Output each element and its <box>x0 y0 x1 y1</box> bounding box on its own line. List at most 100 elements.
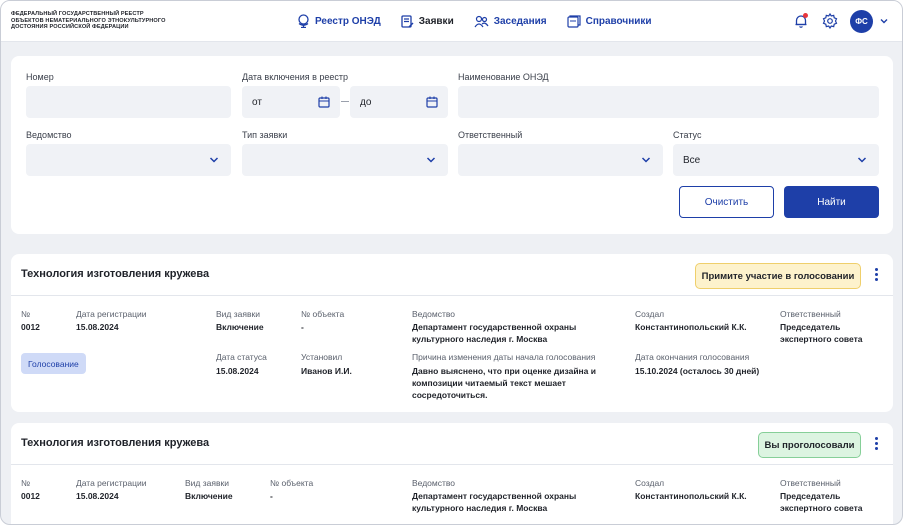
agency-label: Ведомство <box>412 478 456 488</box>
chevron-down-icon <box>209 157 219 163</box>
reason-label: Причина изменения даты начала голосовани… <box>412 352 596 362</box>
nav-applications[interactable]: Заявки <box>401 13 454 29</box>
nav-label: Заседания <box>493 15 547 27</box>
calendar-icon[interactable] <box>318 96 330 108</box>
kebab-dot <box>874 442 878 445</box>
kebab-dot <box>874 268 878 271</box>
name-label: Наименование ОНЭД <box>458 72 549 82</box>
date-to-input[interactable]: до <box>350 86 448 118</box>
nav-meetings[interactable]: Заседания <box>474 13 547 29</box>
header-actions: ФС <box>793 9 889 33</box>
date-from-placeholder: от <box>252 96 262 108</box>
number-label: Номер <box>26 72 54 82</box>
status-badge: Вы проголосовали <box>758 432 861 458</box>
document-icon <box>401 14 414 28</box>
chevron-down-icon <box>641 157 651 163</box>
responsible-value: Председатель экспертного совета <box>780 491 863 513</box>
kebab-dot <box>874 447 878 450</box>
date-label: Дата включения в реестр <box>242 72 349 82</box>
end-date-label: Дата окончания голосования <box>635 352 750 362</box>
main-nav: Реестр ОНЭД Заявки Заседания Справочники <box>297 13 672 29</box>
filter-panel: Номер Дата включения в реестр от до Наим… <box>11 56 893 234</box>
reason-value: Давно выяснено, что при оценке дизайна и… <box>412 366 596 400</box>
reg-date-label: Дата регистрации <box>76 478 147 488</box>
agency-value: Департамент государственной охраны культ… <box>412 322 577 344</box>
status-select[interactable]: Все <box>673 144 879 176</box>
kebab-dot <box>874 437 878 440</box>
agency-label: Ведомство <box>26 130 72 140</box>
status-date-label: Дата статуса <box>216 352 267 362</box>
number-value: 0012 <box>21 322 40 332</box>
find-button[interactable]: Найти <box>784 186 879 218</box>
card-header: Технология изготовления кружева Вы прого… <box>11 423 893 465</box>
users-icon <box>474 15 489 27</box>
org-line: ФЕДЕРАЛЬНЫЙ ГОСУДАРСТВЕННЫЙ РЕЕСТР <box>11 11 144 17</box>
nav-label: Справочники <box>585 15 652 27</box>
nav-label: Заявки <box>418 15 454 27</box>
clear-button[interactable]: Очистить <box>679 186 774 218</box>
more-options-button[interactable] <box>870 268 882 282</box>
type-label: Вид заявки <box>216 309 260 319</box>
chevron-down-icon <box>857 157 867 163</box>
object-value: - <box>270 491 273 501</box>
object-value: - <box>301 322 304 332</box>
date-from-input[interactable]: от <box>242 86 340 118</box>
responsible-value: Председатель экспертного совета <box>780 322 863 344</box>
chevron-down-icon <box>426 157 436 163</box>
responsible-select[interactable] <box>458 144 663 176</box>
voting-tag[interactable]: Голосование <box>21 353 86 374</box>
responsible-label: Ответственный <box>780 478 841 488</box>
kebab-dot <box>874 273 878 276</box>
agency-label: Ведомство <box>412 309 456 319</box>
number-value: 0012 <box>21 491 40 501</box>
setter-value: Иванов И.И. <box>301 366 352 376</box>
object-label: № объекта <box>270 478 314 488</box>
application-card: Технология изготовления кружева Примите … <box>11 254 893 412</box>
number-label: № <box>21 478 31 488</box>
responsible-label: Ответственный <box>458 130 523 140</box>
status-label: Статус <box>673 130 702 140</box>
agency-select[interactable] <box>26 144 231 176</box>
setter-label: Установил <box>301 352 343 362</box>
gear-icon[interactable] <box>822 13 838 29</box>
number-label: № <box>21 309 31 319</box>
creator-value: Константинопольский К.К. <box>635 322 747 332</box>
chevron-down-icon[interactable] <box>879 16 889 26</box>
more-options-button[interactable] <box>870 437 882 451</box>
top-header: ФЕДЕРАЛЬНЫЙ ГОСУДАРСТВЕННЫЙ РЕЕСТР ОБЪЕК… <box>1 1 902 42</box>
reg-date-label: Дата регистрации <box>76 309 147 319</box>
creator-value: Константинопольский К.К. <box>635 491 747 501</box>
card-header: Технология изготовления кружева Примите … <box>11 254 893 296</box>
reg-date-value: 15.08.2024 <box>76 322 119 332</box>
type-label: Тип заявки <box>242 130 288 140</box>
creator-label: Создал <box>635 478 665 488</box>
application-card: Технология изготовления кружева Вы прого… <box>11 423 893 524</box>
notifications-button[interactable] <box>793 13 809 29</box>
number-input[interactable] <box>26 86 231 118</box>
card-title[interactable]: Технология изготовления кружева <box>21 268 209 280</box>
kebab-dot <box>874 278 878 281</box>
org-line: ДОСТОЯНИЯ РОССИЙСКОЙ ФЕДЕРАЦИИ <box>11 24 129 31</box>
type-select[interactable] <box>242 144 448 176</box>
status-value: Все <box>683 154 701 166</box>
responsible-label: Ответственный <box>780 309 841 319</box>
app-window: ФЕДЕРАЛЬНЫЙ ГОСУДАРСТВЕННЫЙ РЕЕСТР ОБЪЕК… <box>0 0 903 525</box>
creator-label: Создал <box>635 309 665 319</box>
calendar-icon[interactable] <box>426 96 438 108</box>
status-badge: Примите участие в голосовании <box>695 263 861 289</box>
nav-directories[interactable]: Справочники <box>567 13 652 29</box>
organization-name[interactable]: ФЕДЕРАЛЬНЫЙ ГОСУДАРСТВЕННЫЙ РЕЕСТР ОБЪЕК… <box>11 11 201 31</box>
nav-registry[interactable]: Реестр ОНЭД <box>297 13 381 29</box>
name-input[interactable] <box>458 86 879 118</box>
reg-date-value: 15.08.2024 <box>76 491 119 501</box>
notification-dot <box>803 13 808 18</box>
card-title[interactable]: Технология изготовления кружева <box>21 437 209 449</box>
book-icon <box>567 14 581 28</box>
type-value: Включение <box>216 322 264 332</box>
nav-label: Реестр ОНЭД <box>315 15 381 27</box>
end-date-value: 15.10.2024 (осталось 30 дней) <box>635 366 760 376</box>
globe-icon <box>298 14 309 28</box>
user-avatar[interactable]: ФС <box>850 9 873 33</box>
status-date-value: 15.08.2024 <box>216 366 259 376</box>
type-label: Вид заявки <box>185 478 229 488</box>
